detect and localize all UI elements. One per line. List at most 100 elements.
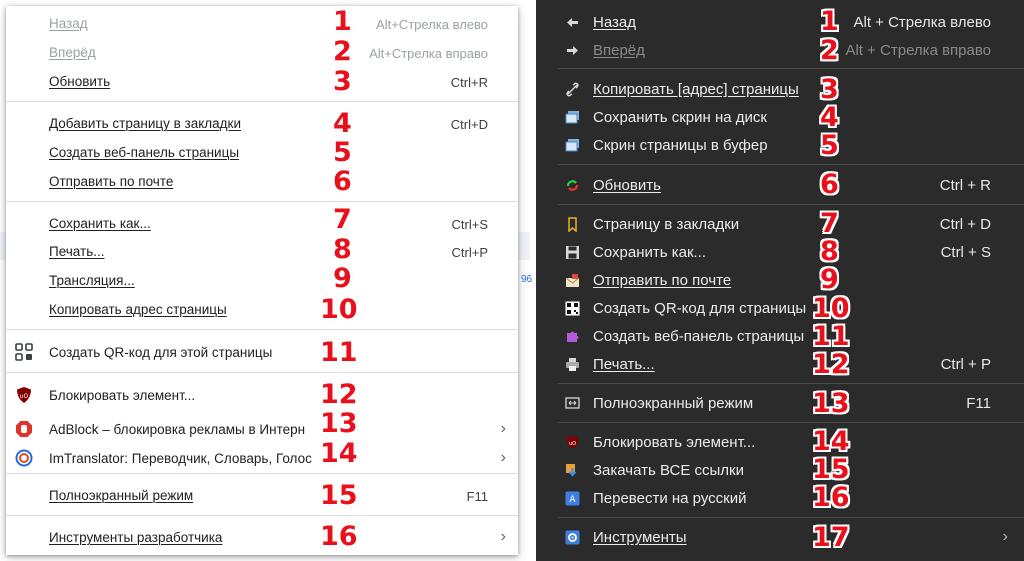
menu-item-shortcut: Ctrl+S <box>451 217 488 232</box>
menu-item-label: Создать QR-код для страницы <box>593 300 807 317</box>
menu-item-send-email[interactable]: Отправить по почте <box>536 267 1024 295</box>
menu-item-label: Полноэкранный режим <box>49 488 194 503</box>
menu-item-forward[interactable]: Вперёд Alt + Стрелка вправо <box>536 37 1024 65</box>
menu-item-label: Добавить страницу в закладки <box>49 116 241 131</box>
menu-item-label: Создать веб-панель страницы <box>49 145 240 160</box>
svg-text:A: A <box>569 495 576 505</box>
menu-item-label: Отправить по почте <box>593 272 732 289</box>
link-icon <box>565 82 580 97</box>
screenshot-icon <box>565 138 580 153</box>
bookmark-icon <box>565 217 580 233</box>
menu-item-label: Инструменты разработчика <box>49 530 223 545</box>
page-background-fragment: 96 <box>521 274 533 285</box>
menu-item-label: Обновить <box>49 74 111 89</box>
dark-context-menu: Назад Alt + Стрелка влево Вперёд Alt + С… <box>536 0 1024 561</box>
menu-item-print[interactable]: Печать... Ctrl+P <box>6 237 518 266</box>
menu-item-qr-code[interactable]: Создать QR-код для страницы <box>536 295 1024 323</box>
menu-item-fullscreen[interactable]: Полноэкранный режим F11 <box>6 481 518 510</box>
menu-item-screenshot-clipboard[interactable]: Скрин страницы в буфер <box>536 132 1024 160</box>
menu-item-label: Отправить по почте <box>49 174 174 189</box>
menu-separator <box>558 164 1024 165</box>
menu-item-shortcut: Alt+Стрелка влево <box>376 17 488 32</box>
menu-item-copy-address[interactable]: Копировать [адрес] страницы <box>536 76 1024 104</box>
menu-item-shortcut: Ctrl + S <box>940 244 991 261</box>
menu-item-bookmark[interactable]: Добавить страницу в закладки Ctrl+D <box>6 109 518 138</box>
menu-item-label: Печать... <box>593 356 655 373</box>
menu-item-back[interactable]: Назад Alt + Стрелка влево <box>536 9 1024 37</box>
menu-item-label: Скрин страницы в буфер <box>593 137 768 154</box>
arrow-right-icon <box>565 43 580 58</box>
menu-item-shortcut: Ctrl+R <box>450 75 488 90</box>
menu-item-devtools[interactable]: Инструменты разработчика › <box>6 523 518 552</box>
menu-item-send-email[interactable]: Отправить по почте <box>6 167 518 196</box>
menu-item-fullscreen[interactable]: Полноэкранный режим F11 <box>536 390 1024 418</box>
menu-item-shortcut: F11 <box>466 489 488 504</box>
menu-item-label: AdBlock – блокировка рекламы в Интерн <box>49 422 306 437</box>
menu-item-imtranslator[interactable]: ImTranslator: Переводчик, Словарь, Голос… <box>6 444 518 473</box>
printer-icon <box>565 357 580 372</box>
chevron-right-icon: › <box>500 420 506 437</box>
chevron-right-icon: › <box>1002 528 1008 545</box>
menu-item-label: Копировать [адрес] страницы <box>593 81 799 98</box>
menu-item-web-panel[interactable]: Создать веб-панель страницы <box>6 138 518 167</box>
menu-item-label: Инструменты <box>593 529 687 546</box>
screenshot-icon <box>565 110 580 125</box>
menu-item-cast[interactable]: Трансляция... <box>6 266 518 295</box>
menu-item-label: Блокировать элемент... <box>593 434 756 451</box>
menu-item-back[interactable]: Назад Alt+Стрелка влево <box>6 9 518 38</box>
menu-item-label: Назад <box>593 14 636 31</box>
menu-item-web-panel[interactable]: Создать веб-панель страницы <box>536 323 1024 351</box>
menu-item-label: Печать... <box>49 244 105 259</box>
menu-separator <box>6 101 518 102</box>
menu-item-label: Обновить <box>593 177 661 194</box>
fullscreen-icon <box>565 396 580 411</box>
puzzle-icon <box>565 329 580 344</box>
menu-item-download-links[interactable]: Закачать ВСЕ ссылки <box>536 457 1024 485</box>
menu-item-shortcut: Alt+Стрелка вправо <box>369 46 488 61</box>
menu-item-shortcut: Ctrl + D <box>939 216 991 233</box>
menu-item-copy-address[interactable]: Копировать адрес страницы <box>6 295 518 324</box>
chevron-right-icon: › <box>500 449 506 466</box>
svg-text:uO: uO <box>20 393 29 400</box>
menu-item-print[interactable]: Печать... Ctrl + P <box>536 351 1024 379</box>
gear-icon <box>565 530 580 545</box>
menu-item-qr-code[interactable]: Создать QR-код для этой страницы <box>6 338 518 367</box>
menu-item-label: Создать веб-панель страницы <box>593 328 805 345</box>
menu-item-label: Сохранить как... <box>49 216 151 231</box>
menu-item-tools[interactable]: Инструменты › <box>536 524 1024 552</box>
menu-item-label: Трансляция... <box>49 273 135 288</box>
menu-item-reload[interactable]: Обновить Ctrl + R <box>536 172 1024 200</box>
menu-item-label: Создать QR-код для этой страницы <box>49 345 273 360</box>
menu-item-block-element[interactable]: uO Блокировать элемент... <box>6 381 518 410</box>
download-icon <box>565 463 580 478</box>
floppy-disk-icon <box>565 245 580 260</box>
menu-item-translate[interactable]: A Перевести на русский <box>536 485 1024 513</box>
menu-item-save-screenshot[interactable]: Сохранить скрин на диск <box>536 104 1024 132</box>
imtranslator-icon <box>15 449 33 467</box>
menu-item-bookmark[interactable]: Страницу в закладки Ctrl + D <box>536 211 1024 239</box>
menu-item-label: ImTranslator: Переводчик, Словарь, Голос <box>49 451 312 466</box>
menu-item-shortcut: Ctrl + P <box>940 356 991 373</box>
menu-item-label: Полноэкранный режим <box>593 395 754 412</box>
menu-item-forward[interactable]: Вперёд Alt+Стрелка вправо <box>6 38 518 67</box>
menu-separator <box>558 204 1024 205</box>
menu-item-label: Блокировать элемент... <box>49 388 196 403</box>
translate-icon: A <box>565 491 580 506</box>
qr-code-icon <box>15 343 33 361</box>
menu-item-shortcut: Ctrl + R <box>939 177 991 194</box>
menu-item-label: Страницу в закладки <box>593 216 740 233</box>
menu-item-shortcut: Ctrl+P <box>451 245 488 260</box>
menu-item-reload[interactable]: Обновить Ctrl+R <box>6 67 518 96</box>
menu-item-label: Закачать ВСЕ ссылки <box>593 462 744 479</box>
menu-item-save-as[interactable]: Сохранить как... Ctrl+S <box>6 209 518 238</box>
menu-separator <box>558 383 1024 384</box>
adblock-hand-icon <box>15 420 33 438</box>
menu-item-shortcut: Alt + Стрелка влево <box>853 14 991 31</box>
menu-item-save-as[interactable]: Сохранить как... Ctrl + S <box>536 239 1024 267</box>
menu-item-adblock[interactable]: AdBlock – блокировка рекламы в Интерн › <box>6 415 518 444</box>
menu-item-label: Сохранить скрин на диск <box>593 109 767 126</box>
menu-separator <box>6 372 518 373</box>
menu-item-label: Сохранить как... <box>593 244 707 261</box>
menu-item-block-element[interactable]: uO Блокировать элемент... <box>536 429 1024 457</box>
ublock-shield-icon: uO <box>15 386 33 404</box>
